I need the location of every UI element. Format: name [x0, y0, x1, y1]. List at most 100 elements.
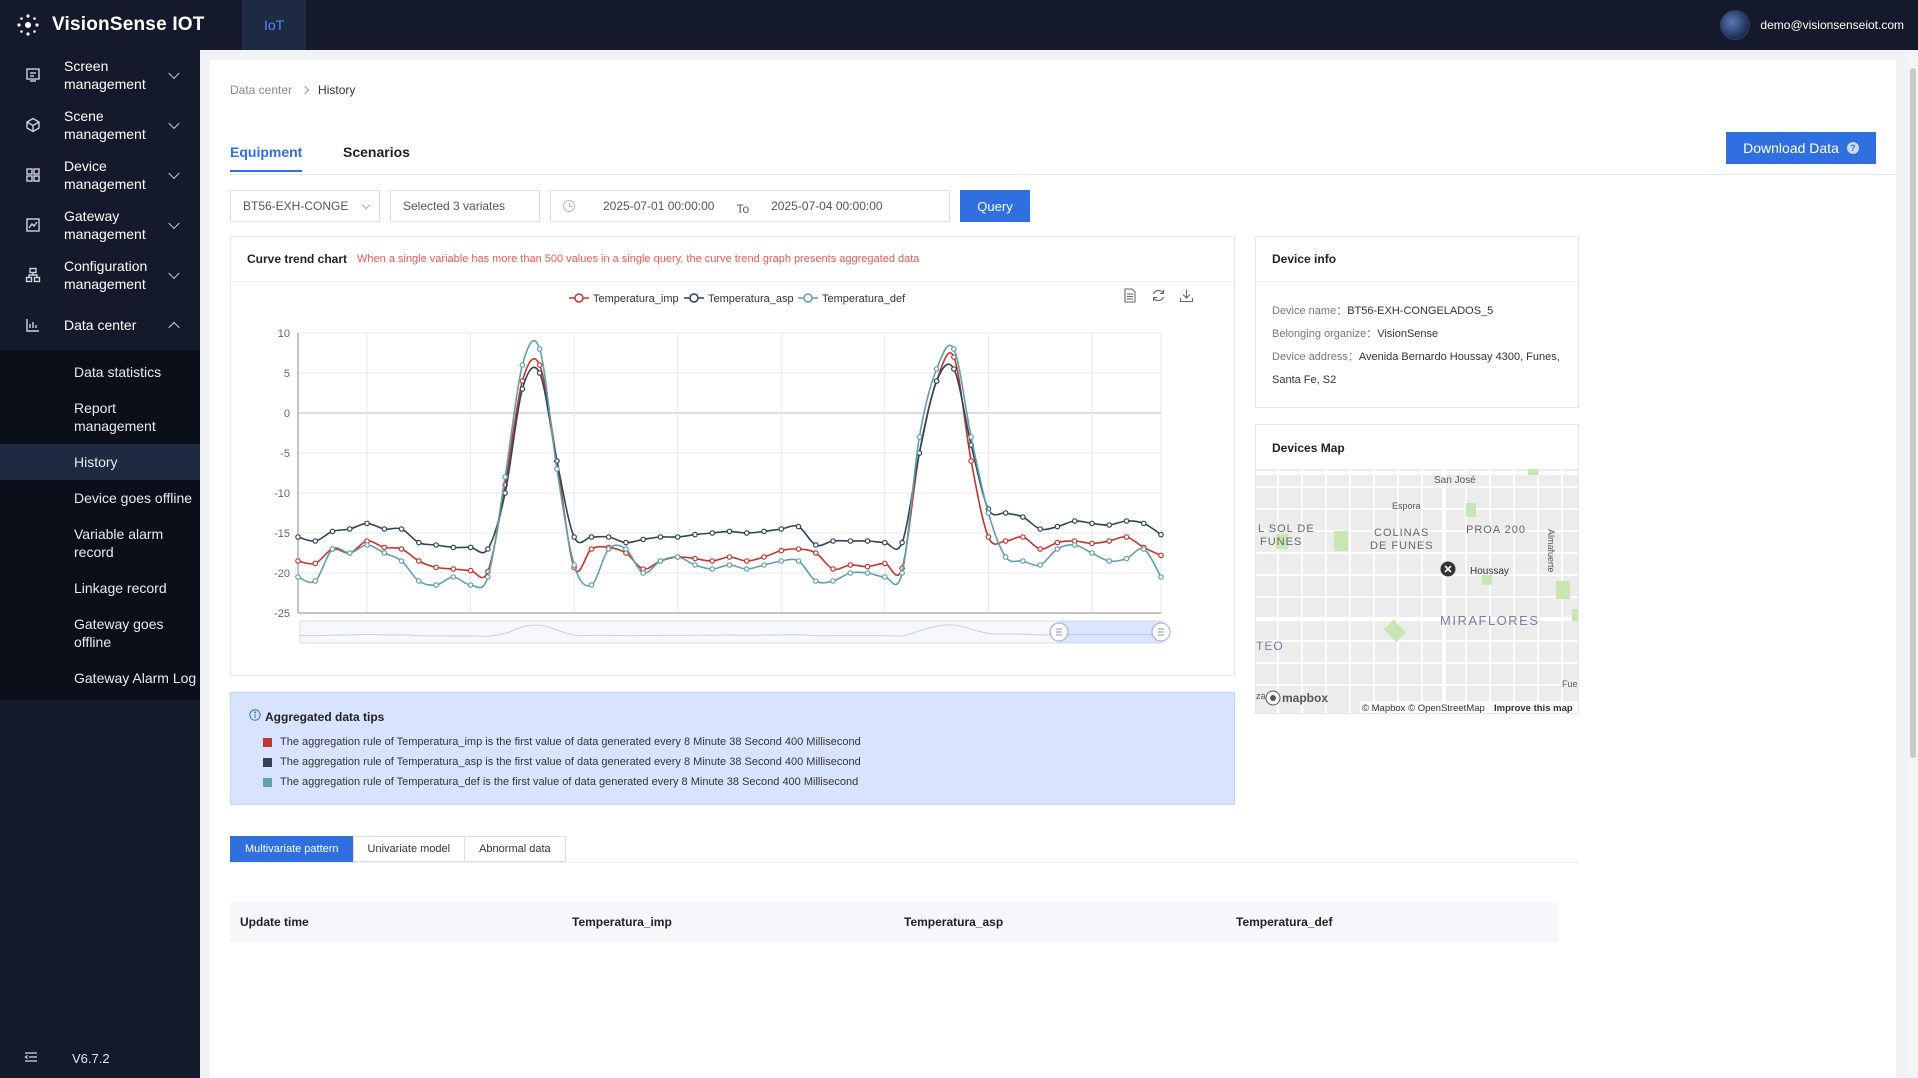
data-point[interactable]	[416, 558, 422, 564]
data-point[interactable]	[640, 536, 647, 543]
data-point[interactable]	[882, 560, 888, 567]
data-point[interactable]	[951, 366, 957, 372]
data-point[interactable]	[346, 550, 353, 556]
legend-label[interactable]: Temperatura_asp	[708, 293, 794, 305]
data-point[interactable]	[778, 558, 785, 564]
sidebar-item-screen-management[interactable]: Screen management	[0, 50, 200, 100]
data-point[interactable]	[398, 558, 405, 564]
legend-label[interactable]: Temperatura_def	[822, 293, 906, 305]
top-tab-iot[interactable]: IoT	[242, 0, 307, 50]
sidebar-subitem-history[interactable]: History	[0, 444, 200, 480]
data-point[interactable]	[519, 386, 526, 392]
data-point[interactable]	[364, 542, 370, 548]
sidebar-subitem-gateway-offline[interactable]: Gateway goes offline	[0, 606, 200, 660]
data-point[interactable]	[1037, 562, 1043, 568]
zoom-slider-track[interactable]	[299, 620, 1164, 644]
data-point[interactable]	[312, 560, 319, 567]
data-point[interactable]	[295, 534, 301, 540]
data-point[interactable]	[1123, 555, 1130, 562]
data-point[interactable]	[1123, 518, 1130, 524]
data-point[interactable]	[1002, 538, 1009, 544]
improve-map-link[interactable]: Improve this map	[1494, 703, 1573, 714]
data-point[interactable]	[795, 546, 802, 552]
data-point[interactable]	[674, 554, 681, 560]
tab-equipment[interactable]: Equipment	[230, 144, 303, 172]
data-point[interactable]	[1089, 520, 1095, 527]
data-point[interactable]	[674, 534, 681, 540]
data-point[interactable]	[1002, 510, 1009, 516]
data-point[interactable]	[502, 474, 508, 480]
data-point[interactable]	[726, 528, 733, 535]
data-point[interactable]	[1106, 558, 1113, 564]
data-point[interactable]	[812, 550, 819, 556]
data-point[interactable]	[1054, 546, 1061, 552]
data-point[interactable]	[605, 534, 612, 540]
data-point[interactable]	[709, 566, 716, 572]
data-point[interactable]	[847, 538, 854, 544]
data-point[interactable]	[951, 346, 957, 352]
data-point[interactable]	[882, 574, 888, 580]
data-point[interactable]	[381, 550, 388, 556]
data-point[interactable]	[1020, 514, 1026, 520]
data-point[interactable]	[726, 554, 733, 560]
data-point[interactable]	[588, 534, 595, 540]
data-point[interactable]	[847, 570, 854, 576]
data-point[interactable]	[1037, 526, 1043, 532]
column-header-temperatura-imp[interactable]: Temperatura_imp	[562, 915, 894, 929]
sidebar-item-gateway-management[interactable]: Gateway management	[0, 200, 200, 250]
data-point[interactable]	[329, 546, 336, 552]
tab-scenarios[interactable]: Scenarios	[343, 144, 410, 170]
device-select[interactable]: BT56-EXH-CONGE	[230, 190, 380, 222]
data-point[interactable]	[571, 562, 577, 568]
sidebar-subitem-data-statistics[interactable]: Data statistics	[0, 354, 200, 390]
data-point[interactable]	[761, 562, 767, 568]
legend-label[interactable]: Temperatura_imp	[593, 293, 679, 305]
data-point[interactable]	[985, 534, 992, 540]
data-point[interactable]	[1158, 552, 1164, 559]
data-point[interactable]	[381, 544, 388, 551]
data-point[interactable]	[416, 539, 422, 546]
data-point[interactable]	[485, 574, 491, 580]
data-point[interactable]	[1123, 534, 1130, 540]
sidebar-subitem-linkage-record[interactable]: Linkage record	[0, 570, 200, 606]
data-point[interactable]	[1089, 540, 1095, 547]
data-point[interactable]	[1071, 542, 1078, 548]
data-point[interactable]	[450, 574, 457, 580]
sidebar-subitem-report-management[interactable]: Report management	[0, 390, 200, 444]
data-point[interactable]	[1002, 554, 1009, 560]
map-attribution[interactable]: © Mapbox © OpenStreetMap	[1362, 703, 1485, 714]
data-point[interactable]	[467, 544, 474, 551]
sidebar-subitem-gateway-alarm-log[interactable]: Gateway Alarm Log	[0, 660, 200, 696]
data-point[interactable]	[1054, 523, 1061, 530]
data-point[interactable]	[709, 558, 716, 564]
breadcrumb-parent[interactable]: Data center	[230, 83, 292, 97]
tab-abnormal-data[interactable]: Abnormal data	[464, 836, 566, 862]
data-point[interactable]	[1158, 574, 1164, 580]
data-point[interactable]	[985, 510, 992, 516]
series-line-Temperatura_asp[interactable]	[297, 363, 1162, 554]
data-point[interactable]	[571, 534, 577, 540]
data-point[interactable]	[433, 582, 439, 588]
page-scrollbar[interactable]	[1908, 50, 1918, 1078]
data-point[interactable]	[450, 544, 457, 551]
legend-marker[interactable]	[803, 293, 813, 303]
sidebar-item-device-management[interactable]: Device management	[0, 150, 200, 200]
data-point[interactable]	[312, 578, 319, 584]
data-point[interactable]	[295, 558, 301, 564]
sidebar-subitem-variable-alarm[interactable]: Variable alarm record	[0, 516, 200, 570]
sidebar-item-configuration-management[interactable]: Configuration management	[0, 250, 200, 300]
data-point[interactable]	[864, 570, 871, 576]
trend-chart[interactable]: 1050-5-10-15-20-2516:0017:0018:0019:0020…	[231, 283, 1234, 675]
data-point[interactable]	[467, 582, 474, 588]
data-point[interactable]	[899, 539, 905, 546]
data-point[interactable]	[467, 567, 474, 574]
data-point[interactable]	[1106, 538, 1113, 544]
data-point[interactable]	[847, 562, 854, 568]
data-point[interactable]	[795, 523, 802, 530]
sidebar-subitem-device-offline[interactable]: Device goes offline	[0, 480, 200, 516]
column-header-temperatura-def[interactable]: Temperatura_def	[1226, 915, 1558, 929]
column-header-update-time[interactable]: Update time	[230, 915, 562, 929]
data-point[interactable]	[588, 546, 595, 552]
data-point[interactable]	[726, 562, 733, 568]
sidebar-item-data-center[interactable]: Data center	[0, 300, 200, 350]
